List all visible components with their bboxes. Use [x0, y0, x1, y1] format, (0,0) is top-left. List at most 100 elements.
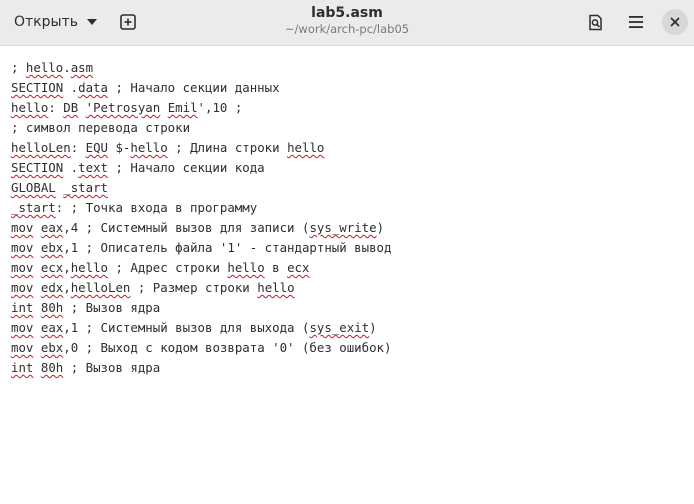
spellcheck-token: EQU — [85, 140, 108, 155]
spellcheck-token: hello — [257, 280, 295, 295]
code-text: в — [264, 260, 288, 275]
open-button-label: Открыть — [14, 14, 78, 30]
spellcheck-token: ecx — [287, 260, 310, 275]
code-line[interactable]: ; hello.asm — [11, 58, 391, 78]
spellcheck-token: _start — [11, 200, 56, 215]
code-text: ; символ перевода строки — [11, 120, 191, 135]
code-text: : ; Точка входа в программу — [55, 200, 258, 215]
code-line[interactable]: mov ecx,hello ; Адрес строки hello в ecx — [11, 258, 391, 278]
code-text: , — [63, 260, 71, 275]
code-text: , — [63, 280, 71, 295]
window-title: lab5.asm — [311, 5, 383, 21]
spellcheck-token: ecx — [40, 260, 64, 275]
code-text: ; Длина строки — [167, 140, 288, 155]
code-text: ; — [11, 60, 26, 75]
code-text: ; Размер строки — [130, 280, 258, 295]
chevron-down-icon — [86, 19, 97, 25]
code-text: . — [63, 80, 79, 95]
search-button[interactable] — [582, 8, 610, 36]
code-text: ,4 ; Системный вызов для записи ( — [63, 220, 310, 235]
header-bar: Открыть lab5.asm ~/work/arch-pc/lab05 — [0, 0, 694, 46]
spellcheck-token: SECTION — [11, 160, 64, 175]
code-text: . — [63, 160, 79, 175]
code-text: . — [63, 60, 71, 75]
spellcheck-token: SECTION — [11, 80, 64, 95]
window-title-area: lab5.asm ~/work/arch-pc/lab05 — [247, 4, 447, 37]
code-text: $- — [108, 140, 131, 155]
spellcheck-token: mov — [11, 240, 34, 255]
code-line[interactable]: mov eax,4 ; Системный вызов для записи (… — [11, 218, 391, 238]
code-line[interactable]: GLOBAL _start — [11, 178, 391, 198]
code-line[interactable]: _start: ; Точка входа в программу — [11, 198, 391, 218]
code-line[interactable]: SECTION .data ; Начало секции данных — [11, 78, 391, 98]
code-line[interactable]: mov eax,1 ; Системный вызов для выхода (… — [11, 318, 391, 338]
spellcheck-token: hello — [130, 140, 168, 155]
code-line[interactable]: mov edx,helloLen ; Размер строки hello — [11, 278, 391, 298]
code-text: ',10 ; — [197, 100, 243, 115]
code-text: ,1 ; Описатель файла '1' - стандартный в… — [63, 240, 392, 255]
code-line[interactable]: hello: DB 'Petrosyan Emil',10 ; — [11, 98, 391, 118]
spellcheck-token: text — [78, 160, 108, 175]
spellcheck-token: eax — [40, 220, 64, 235]
text-editor[interactable]: ; hello.asm SECTION .data ; Начало секции… — [0, 46, 694, 504]
code-line[interactable]: int 80h ; Вызов ядра — [11, 358, 391, 378]
spellcheck-token: edx — [40, 280, 64, 295]
code-text: ,1 ; Системный вызов для выхода ( — [63, 320, 310, 335]
code-text: ) — [376, 220, 385, 235]
spellcheck-token: hello — [287, 140, 325, 155]
code-text: ; Начало секции данных — [107, 80, 280, 95]
new-tab-button[interactable] — [114, 8, 142, 36]
code-content[interactable]: ; hello.asm SECTION .data ; Начало секции… — [11, 58, 391, 378]
spellcheck-token: 80h — [40, 360, 64, 375]
code-text: ,0 ; Выход с кодом возврата '0' (без оши… — [63, 340, 392, 355]
open-button[interactable]: Открыть — [4, 8, 106, 36]
spellcheck-token: asm — [70, 60, 94, 75]
spellcheck-token: mov — [11, 280, 34, 295]
spellcheck-token: 80h — [40, 300, 64, 315]
code-text: ; Вызов ядра — [63, 360, 161, 375]
spellcheck-token: sys_write — [309, 220, 377, 235]
spellcheck-token: ebx — [40, 340, 64, 355]
spellcheck-token: Emil — [167, 100, 198, 115]
spellcheck-token: 'Petrosyan — [85, 100, 161, 115]
spellcheck-token: hello — [227, 260, 265, 275]
code-line[interactable]: helloLen: EQU $-hello ; Длина строки hel… — [11, 138, 391, 158]
close-button[interactable] — [662, 9, 688, 35]
menu-icon — [629, 16, 643, 28]
code-line[interactable]: int 80h ; Вызов ядра — [11, 298, 391, 318]
code-text: : — [70, 140, 86, 155]
code-line[interactable]: SECTION .text ; Начало секции кода — [11, 158, 391, 178]
spellcheck-token: int — [11, 300, 34, 315]
spellcheck-token: int — [11, 360, 34, 375]
menu-button[interactable] — [622, 8, 650, 36]
code-text: ) — [369, 320, 377, 335]
spellcheck-token: hello — [25, 60, 64, 75]
search-icon — [589, 14, 602, 30]
spellcheck-token: mov — [11, 320, 34, 335]
spellcheck-token: ebx — [40, 240, 64, 255]
spellcheck-token: mov — [11, 260, 34, 275]
spellcheck-token: hello — [70, 260, 109, 275]
spellcheck-token: GLOBAL — [11, 180, 56, 195]
code-line[interactable]: ; символ перевода строки — [11, 118, 391, 138]
spellcheck-token: hello — [11, 100, 49, 115]
spellcheck-token: helloLen — [11, 140, 71, 155]
code-text: ; Адрес строки — [108, 260, 228, 275]
code-line[interactable]: mov ebx,0 ; Выход с кодом возврата '0' (… — [11, 338, 391, 358]
spellcheck-token: _start — [63, 180, 108, 195]
spellcheck-token: helloLen — [70, 280, 131, 295]
spellcheck-token: mov — [11, 220, 34, 235]
code-text: ; Начало секции кода — [107, 160, 265, 175]
spellcheck-token: data — [78, 80, 108, 95]
code-line[interactable]: mov ebx,1 ; Описатель файла '1' - станда… — [11, 238, 391, 258]
window-subtitle: ~/work/arch-pc/lab05 — [284, 22, 410, 36]
spellcheck-token: mov — [11, 340, 34, 355]
